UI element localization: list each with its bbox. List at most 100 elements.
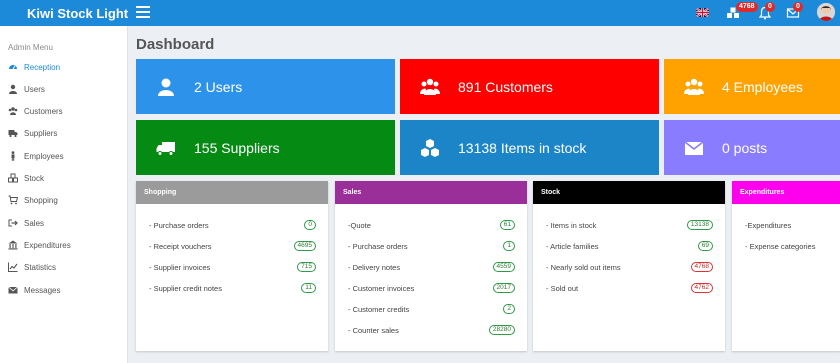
male-icon	[11, 151, 15, 161]
menu-toggle-icon[interactable]	[136, 6, 150, 18]
users-icon	[684, 78, 704, 95]
sidebar-item-label: Suppliers	[24, 128, 58, 138]
count-badge: 1	[503, 241, 515, 251]
list-item[interactable]: - Items in stock 13138	[546, 219, 713, 231]
panel-expenditures: Expenditures -Expenditures - Expense cat…	[732, 181, 840, 351]
sidebar-item-stock[interactable]: Stock	[0, 168, 128, 188]
panel-sales: Sales -Quote 61 - Purchase orders 1 - Deli…	[335, 181, 527, 351]
sidebar-item-label: Users	[24, 84, 45, 94]
sidebar-item-label: Employees	[24, 151, 64, 161]
list-item[interactable]: - Counter sales 28280	[348, 324, 515, 336]
truck-icon	[156, 141, 175, 156]
sidebar-item-suppliers[interactable]: Suppliers	[0, 123, 128, 143]
list-item[interactable]: - Delivery notes 4559	[348, 261, 515, 273]
sidebar-item-users[interactable]: Users	[0, 79, 128, 99]
user-icon	[158, 78, 174, 96]
count-badge: 715	[297, 262, 316, 272]
stat-customers[interactable]: 891 Customers	[400, 59, 659, 114]
list-item[interactable]: - Supplier invoices 715	[149, 261, 316, 273]
stat-label: 891 Customers	[458, 78, 553, 95]
panel-shopping: Shopping - Purchase orders 0 - Receipt vo…	[136, 181, 328, 351]
sidebar-item-label: Reception	[24, 62, 61, 72]
stat-suppliers[interactable]: 155 Suppliers	[136, 120, 395, 175]
count-badge: 2	[503, 304, 515, 314]
sidebar-item-label: Stock	[24, 173, 45, 183]
count-badge: 4695	[293, 241, 316, 251]
list-item[interactable]: - Nearly sold out items 4768	[546, 261, 713, 273]
panel-title: Stock	[533, 181, 725, 204]
sidebar-item-customers[interactable]: Customers	[0, 101, 128, 121]
count-badge: 4762	[690, 283, 713, 293]
top-navbar: Kiwi Stock Light 4768 0 0	[0, 0, 840, 26]
bank-icon	[8, 240, 18, 250]
truck-icon	[8, 130, 18, 138]
list-item[interactable]: -Quote 61	[348, 219, 515, 231]
stat-employees[interactable]: 4 Employees	[664, 59, 840, 114]
panel-title: Shopping	[136, 181, 328, 204]
dashboard-icon	[9, 65, 17, 70]
sidebar-item-expenditures[interactable]: Expenditures	[0, 235, 128, 255]
stat-label: 155 Suppliers	[194, 139, 280, 156]
envelope-icon	[8, 286, 18, 294]
sidebar-item-label: Messages	[24, 285, 61, 295]
stat-label: 0 posts	[722, 139, 768, 156]
sidebar-item-label: Expenditures	[24, 240, 71, 250]
count-badge: 11	[301, 283, 316, 293]
sidebar-item-employees[interactable]: Employees	[0, 146, 128, 166]
list-item[interactable]: - Purchase orders 1	[348, 240, 515, 252]
messages-badge: 0	[793, 2, 803, 12]
stat-label: 2 Users	[194, 78, 243, 95]
count-badge: 0	[304, 220, 316, 230]
count-badge: 28280	[488, 325, 515, 335]
line-chart-icon	[8, 262, 18, 272]
list-item[interactable]: - Sold out 4762	[546, 282, 713, 294]
sidebar-item-label: Customers	[24, 106, 63, 116]
list-item[interactable]: - Receipt vouchers 4695	[149, 240, 316, 252]
sidebar-item-sales[interactable]: Sales	[0, 213, 128, 233]
list-item[interactable]: - Customer invoices 2017	[348, 282, 515, 294]
panel-stock: Stock - Items in stock 13138 - Article fa…	[533, 181, 725, 351]
stat-label: 4 Employees	[722, 78, 803, 95]
count-badge: 2017	[492, 283, 515, 293]
sidebar-item-statistics[interactable]: Statistics	[0, 257, 128, 277]
stock-alert-badge: 4768	[736, 2, 758, 12]
sidebar-item-label: Shopping	[24, 195, 58, 205]
list-item[interactable]: -Expenditures	[745, 219, 840, 231]
sidebar-item-label: Statistics	[24, 262, 57, 272]
users-icon	[420, 78, 440, 95]
user-avatar[interactable]	[817, 3, 835, 21]
list-item[interactable]: - Customer credits 2	[348, 303, 515, 315]
sign-out-icon	[8, 219, 18, 227]
user-icon	[9, 84, 17, 94]
app-title: Kiwi Stock Light	[27, 5, 129, 21]
count-badge: 13138	[686, 220, 713, 230]
stat-users[interactable]: 2 Users	[136, 59, 395, 114]
panel-title: Expenditures	[732, 181, 840, 204]
sidebar-item-reception[interactable]: Reception	[0, 57, 128, 77]
sidebar-header: Admin Menu	[8, 43, 53, 52]
count-badge: 4768	[690, 262, 713, 272]
panel-title: Sales	[335, 181, 527, 204]
cubes-icon	[421, 138, 439, 157]
count-badge: 4559	[492, 262, 515, 272]
sidebar-item-label: Sales	[24, 218, 45, 228]
envelope-icon	[684, 140, 704, 155]
stat-items-in-stock[interactable]: 13138 Items in stock	[400, 120, 659, 175]
sidebar-item-shopping[interactable]: Shopping	[0, 190, 128, 210]
list-item[interactable]: - Supplier credit notes 11	[149, 282, 316, 294]
users-icon	[8, 107, 18, 115]
stat-posts[interactable]: 0 posts	[664, 120, 840, 175]
stat-label: 13138 Items in stock	[458, 139, 587, 156]
count-badge: 61	[499, 220, 515, 230]
sidebar-item-messages[interactable]: Messages	[0, 280, 128, 300]
list-item[interactable]: - Expense categories	[745, 240, 840, 252]
count-badge: 69	[697, 241, 713, 251]
uk-flag-icon[interactable]	[696, 8, 709, 17]
cart-icon	[8, 195, 18, 205]
page-title: Dashboard	[136, 36, 215, 53]
list-item[interactable]: - Article families 69	[546, 240, 713, 252]
notifications-badge: 0	[765, 2, 775, 12]
list-item[interactable]: - Purchase orders 0	[149, 219, 316, 231]
brand[interactable]: Kiwi Stock Light	[0, 0, 128, 26]
cubes-icon	[8, 173, 18, 183]
